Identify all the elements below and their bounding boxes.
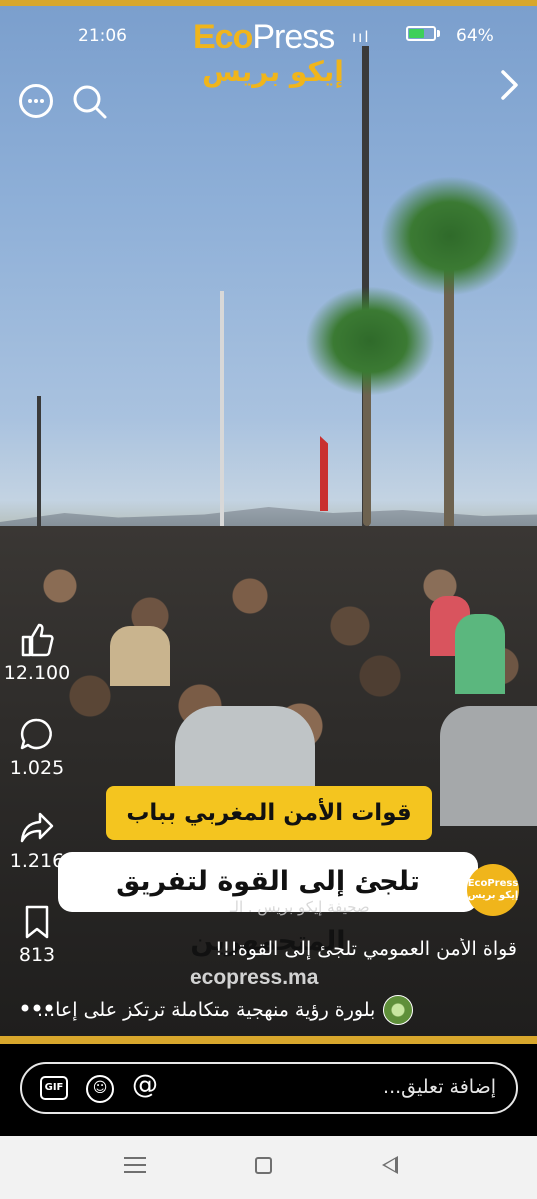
battery-icon	[406, 26, 436, 41]
share-icon	[20, 812, 54, 843]
music-row[interactable]: بلورة رؤية منهجية متكاملة ترتكز على إعا.…	[37, 994, 517, 1026]
home-square-icon[interactable]	[255, 1157, 272, 1174]
music-disc-icon	[383, 995, 414, 1025]
more-button[interactable]	[19, 84, 53, 118]
more-icon	[28, 99, 44, 103]
mention-button[interactable]: @	[132, 1070, 158, 1100]
bookmark-icon	[25, 905, 49, 939]
comment-action[interactable]: 1.025	[0, 715, 74, 779]
likes-count: 12.100	[3, 662, 71, 684]
logo-arabic: إيكو بريس	[202, 55, 344, 88]
thumbs-up-icon	[21, 623, 54, 657]
battery-percent: 64%	[456, 26, 494, 46]
ecopress-logo: EcoPress إيكو بريس	[193, 20, 353, 92]
battery-fill	[409, 29, 425, 38]
watermark-site: ecopress.ma	[190, 966, 319, 989]
like-action[interactable]: 12.100	[0, 620, 74, 684]
logo-press: Press	[252, 18, 335, 56]
logo-latin: EcoPress	[193, 20, 353, 54]
chevron-right-icon	[501, 70, 518, 100]
comments-count: 1.025	[9, 757, 65, 779]
person	[110, 626, 170, 686]
person	[440, 706, 537, 826]
person	[455, 614, 505, 694]
logo-eco: Eco	[193, 18, 253, 56]
music-text: بلورة رؤية منهجية متكاملة ترتكز على إعا.…	[37, 999, 376, 1021]
bottom-gold-bar	[0, 1036, 537, 1044]
account-name-overlay[interactable]: صحيفة إيكو بريس . الـ	[230, 898, 370, 916]
status-time: 21:06	[78, 26, 127, 46]
palm-fronds	[305, 286, 435, 396]
gif-button[interactable]: GIF	[40, 1076, 68, 1100]
lamp-post	[220, 291, 224, 536]
back-triangle-icon[interactable]	[382, 1156, 398, 1174]
next-button[interactable]	[494, 68, 524, 102]
search-button[interactable]	[70, 82, 110, 122]
search-icon	[73, 85, 107, 119]
palm-fronds	[380, 176, 520, 296]
system-nav-bar	[0, 1136, 537, 1199]
video-caption-line1: قوات الأمن المغربي بباب سبتة	[106, 786, 432, 880]
comment-icon	[20, 718, 52, 750]
emoji-icon[interactable]: ☺	[86, 1075, 114, 1103]
post-description[interactable]: قواة الأمن العمومي تلجئ إلى القوة!!!	[47, 938, 517, 960]
comment-placeholder: إضافة تعليق...	[383, 1076, 496, 1098]
menu-icon[interactable]	[124, 1157, 146, 1178]
battery-tip	[437, 30, 440, 37]
comment-input[interactable]: GIF ☺ @ إضافة تعليق...	[20, 1062, 518, 1114]
signal-icon: ııl	[352, 28, 371, 46]
watermark-logo: EcoPress إيكو بريس	[467, 864, 519, 916]
flag	[320, 436, 328, 511]
lamp-post	[37, 396, 41, 546]
